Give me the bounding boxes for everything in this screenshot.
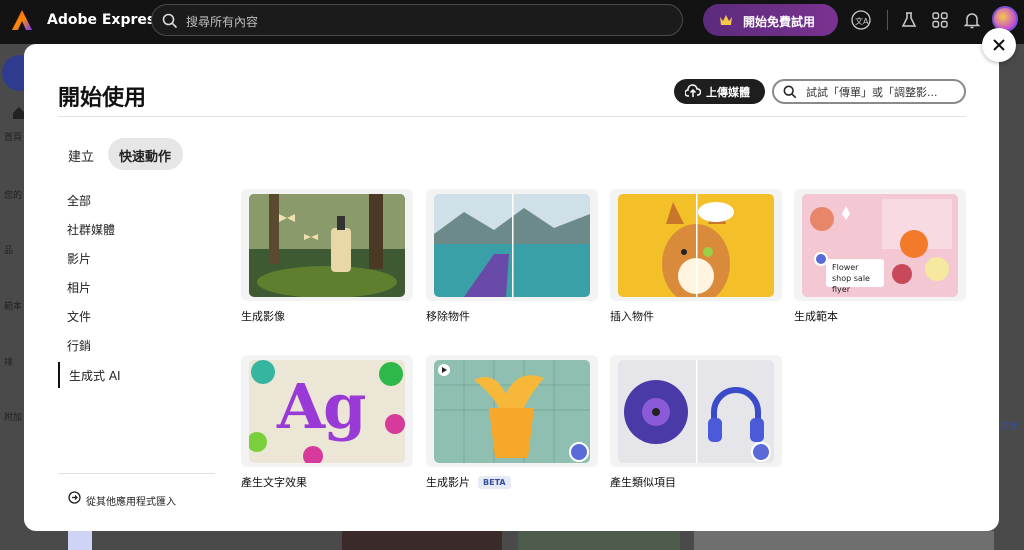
category-label: 行銷 bbox=[67, 339, 92, 353]
category-label: 相片 bbox=[67, 281, 92, 295]
trial-label: 開始免費試用 bbox=[743, 15, 816, 29]
card-generate-template[interactable]: Flower shop sale flyer 生成範本 bbox=[794, 189, 966, 323]
cloud-upload-icon bbox=[685, 84, 701, 97]
card-label: 插入物件 bbox=[610, 310, 654, 323]
top-bar: Adobe Express 搜尋所有內容 開始免費試用 文A bbox=[0, 0, 1024, 44]
card-thumbnail bbox=[426, 189, 598, 301]
card-label: 生成範本 bbox=[794, 310, 838, 323]
get-started-modal: 開始使用 上傳媒體 試試「傳單」或「調整影... 建立 快速動作 全部 社群媒體… bbox=[24, 44, 999, 531]
card-thumbnail: Ag bbox=[241, 355, 413, 467]
tab-create-label: 建立 bbox=[68, 150, 95, 165]
category-document[interactable]: 文件 bbox=[58, 303, 218, 329]
card-thumbnail bbox=[610, 189, 782, 301]
close-icon bbox=[993, 39, 1005, 51]
ag-text-effect: Ag bbox=[277, 370, 366, 443]
background-thumb bbox=[68, 531, 92, 550]
global-search-input[interactable]: 搜尋所有內容 bbox=[151, 4, 683, 36]
category-all[interactable]: 全部 bbox=[58, 187, 218, 213]
sidebar-label-brand: 品 bbox=[4, 246, 14, 256]
tab-quick-actions[interactable]: 快速動作 bbox=[108, 138, 183, 170]
beta-badge: BETA bbox=[478, 476, 511, 489]
category-label: 全部 bbox=[67, 194, 92, 208]
card-label: 生成影片 bbox=[426, 476, 470, 489]
card-thumbnail bbox=[241, 189, 413, 301]
category-generative-ai[interactable]: 生成式 AI bbox=[58, 362, 218, 388]
crown-icon bbox=[720, 15, 732, 25]
text-effects-thumbnail: Ag bbox=[249, 360, 405, 463]
ai-sparkle-badge bbox=[751, 442, 771, 462]
generate-video-thumbnail bbox=[434, 360, 590, 463]
category-label: 社群媒體 bbox=[67, 223, 116, 237]
card-insert-object[interactable]: 插入物件 bbox=[610, 189, 782, 323]
background-thumb bbox=[694, 531, 994, 550]
sidebar-label-schedule: 排 bbox=[4, 358, 14, 368]
toolbar-divider bbox=[887, 10, 888, 30]
background-fragment-text: 原效 bbox=[1000, 422, 1019, 432]
start-free-trial-button[interactable]: 開始免費試用 bbox=[703, 4, 838, 36]
tab-create[interactable]: 建立 bbox=[58, 138, 104, 170]
card-thumbnail bbox=[426, 355, 598, 467]
category-marketing[interactable]: 行銷 bbox=[58, 332, 218, 358]
category-label: 影片 bbox=[67, 252, 92, 266]
generate-template-thumbnail: Flower shop sale flyer bbox=[802, 194, 958, 297]
app-name: Adobe Express bbox=[47, 12, 164, 28]
search-icon bbox=[783, 85, 797, 99]
card-label: 移除物件 bbox=[426, 310, 470, 323]
insert-object-thumbnail bbox=[618, 194, 774, 297]
search-placeholder: 搜尋所有內容 bbox=[186, 15, 259, 29]
modal-title: 開始使用 bbox=[58, 86, 147, 111]
import-icon bbox=[68, 491, 81, 504]
ai-sparkle-badge bbox=[814, 252, 828, 266]
flyer-text-box: Flower shop sale flyer bbox=[826, 259, 884, 294]
sidebar-label-home: 首頁 bbox=[4, 133, 23, 143]
sidebar-label-templates: 範本 bbox=[4, 302, 23, 312]
bell-icon[interactable] bbox=[962, 10, 982, 30]
search-icon bbox=[162, 13, 178, 29]
category-photo[interactable]: 相片 bbox=[58, 274, 218, 300]
tab-quick-actions-label: 快速動作 bbox=[119, 150, 172, 165]
category-video[interactable]: 影片 bbox=[58, 245, 218, 271]
generate-similar-thumbnail bbox=[618, 360, 774, 463]
card-generate-image[interactable]: 生成影像 bbox=[241, 189, 413, 323]
card-label: 產生文字效果 bbox=[241, 476, 307, 489]
apps-grid-icon[interactable] bbox=[930, 10, 950, 30]
ai-sparkle-badge bbox=[569, 442, 589, 462]
category-label: 生成式 AI bbox=[69, 369, 121, 383]
flask-icon[interactable] bbox=[899, 10, 919, 30]
header-divider bbox=[58, 116, 966, 117]
language-icon[interactable]: 文A bbox=[851, 10, 871, 30]
close-modal-button[interactable] bbox=[982, 28, 1016, 62]
card-generate-video[interactable]: 生成影片 BETA bbox=[426, 355, 598, 489]
modal-search-input[interactable]: 試試「傳單」或「調整影... bbox=[772, 79, 966, 104]
card-text-effects[interactable]: Ag 產生文字效果 bbox=[241, 355, 413, 489]
import-from-apps-link[interactable]: 從其他應用程式匯入 bbox=[68, 490, 198, 508]
card-thumbnail: Flower shop sale flyer bbox=[794, 189, 966, 301]
sidebar-divider bbox=[58, 473, 215, 474]
category-social-media[interactable]: 社群媒體 bbox=[58, 216, 218, 242]
remove-object-thumbnail bbox=[434, 194, 590, 297]
svg-text:文A: 文A bbox=[855, 16, 869, 26]
sidebar-label-addons: 附加 bbox=[4, 413, 23, 423]
card-remove-object[interactable]: 移除物件 bbox=[426, 189, 598, 323]
background-thumb bbox=[342, 531, 502, 550]
upload-media-button[interactable]: 上傳媒體 bbox=[674, 79, 765, 104]
modal-search-placeholder: 試試「傳單」或「調整影... bbox=[806, 86, 938, 99]
import-label: 從其他應用程式匯入 bbox=[86, 497, 176, 508]
card-thumbnail bbox=[610, 355, 782, 467]
background-thumb bbox=[518, 531, 680, 550]
card-generate-similar[interactable]: 產生類似項目 bbox=[610, 355, 782, 489]
category-label: 文件 bbox=[67, 310, 92, 324]
sidebar-label-yours: 您的 bbox=[4, 191, 23, 201]
adobe-express-logo[interactable] bbox=[11, 9, 33, 31]
generate-image-thumbnail bbox=[249, 194, 405, 297]
card-label: 生成影像 bbox=[241, 310, 285, 323]
card-label: 產生類似項目 bbox=[610, 476, 676, 489]
upload-label: 上傳媒體 bbox=[706, 86, 750, 99]
